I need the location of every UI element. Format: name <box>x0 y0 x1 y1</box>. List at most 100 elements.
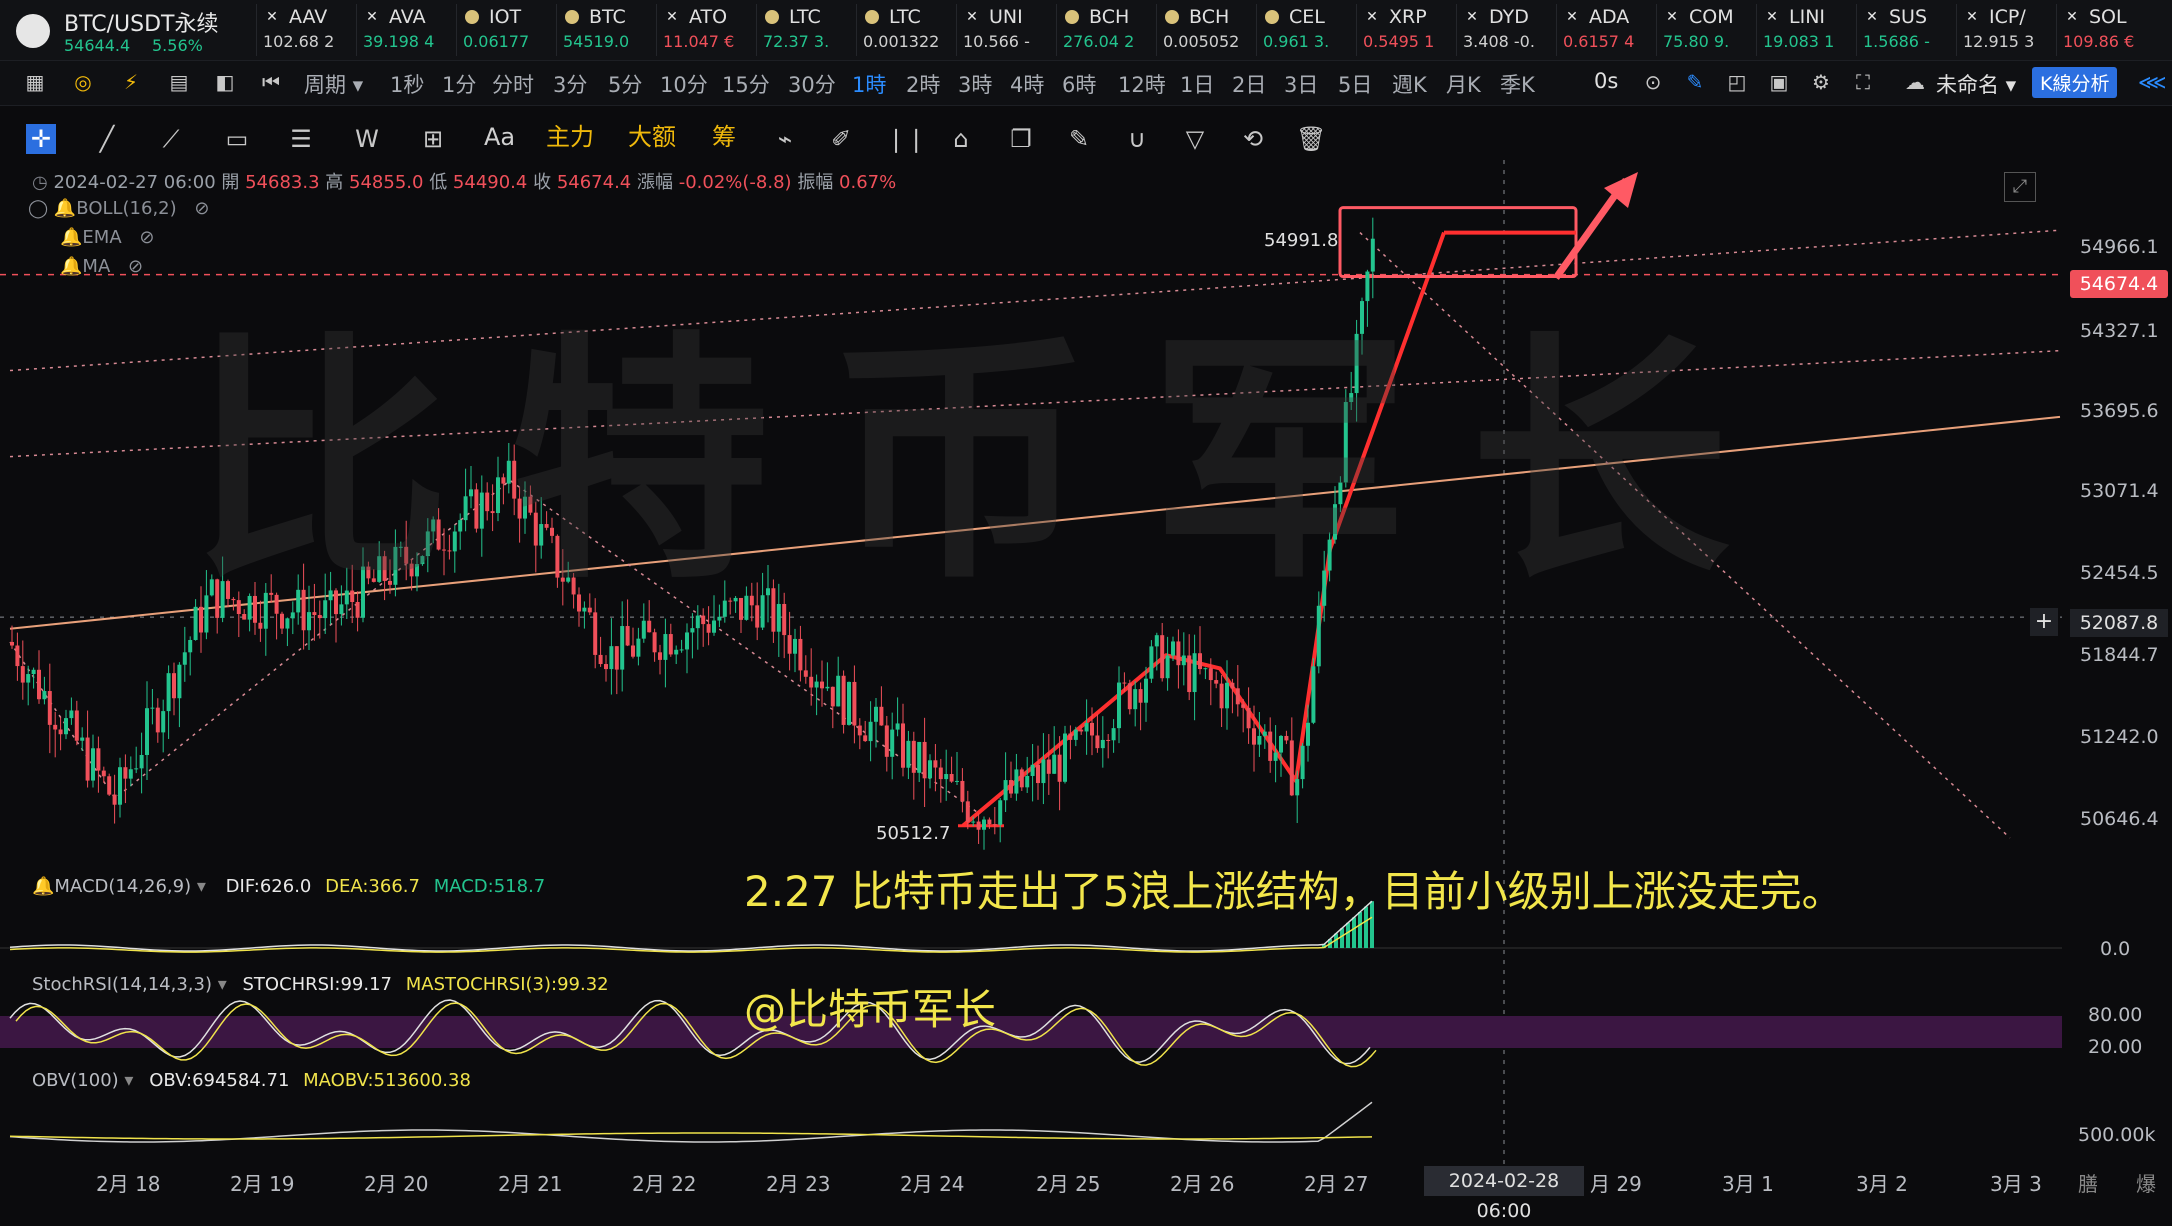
period-item[interactable]: 1日 <box>1180 69 1214 99</box>
period-item[interactable]: 分时 <box>492 69 534 99</box>
chart-type-icon[interactable]: ▦ <box>24 71 46 93</box>
date-tick-label: 2月 20 <box>364 1172 429 1196</box>
ticker-item[interactable]: ✕ ATO 11.047 € <box>656 4 753 56</box>
ticker-name: BTC <box>589 6 626 28</box>
ticker-item[interactable]: IOT 0.06177 <box>456 4 553 56</box>
period-item[interactable]: 3日 <box>1284 69 1318 99</box>
share-icon[interactable]: ⋘ <box>2138 71 2166 93</box>
coin-icon <box>765 10 779 24</box>
period-item[interactable]: 季K <box>1500 69 1535 99</box>
candle-body <box>668 634 673 655</box>
period-item[interactable]: 30分 <box>788 69 836 99</box>
eye-off-icon[interactable]: ⊘ <box>139 227 154 248</box>
period-item[interactable]: 15分 <box>722 69 770 99</box>
expand-icon[interactable]: ⤢ <box>2004 172 2036 202</box>
lightning-icon[interactable]: ⚡ <box>120 71 142 93</box>
footer-left[interactable]: 膳 <box>2078 1168 2098 1197</box>
eye-off-icon[interactable]: ⊘ <box>194 198 209 219</box>
period-item[interactable]: 週K <box>1392 69 1427 99</box>
main-force-button[interactable]: 主力 <box>546 122 594 152</box>
candle-icon[interactable]: ❘❘ <box>886 124 926 154</box>
parallel-icon[interactable]: ☰ <box>286 124 316 154</box>
period-item[interactable]: 1時 <box>852 69 886 99</box>
ma-indicator-label[interactable]: 🔔MA ⊘ <box>60 256 143 277</box>
ticker-item[interactable]: LTC 72.37 3. <box>756 4 853 56</box>
period-item[interactable]: 1秒 <box>390 69 424 99</box>
large-amount-button[interactable]: 大额 <box>628 122 676 152</box>
rectangle-icon[interactable]: ▭ <box>222 124 252 154</box>
ticker-item[interactable]: LTC 0.001322 <box>856 4 953 56</box>
ticker-item[interactable]: ✕ XRP 0.5495 1 <box>1356 4 1453 56</box>
add-alert-icon[interactable]: + <box>2030 608 2058 636</box>
ticker-item[interactable]: ✕ AAV 102.68 2 <box>256 4 353 56</box>
ticker-item[interactable]: ✕ SOL 109.86 € <box>2056 4 2153 56</box>
settings-icon[interactable]: ⚙ <box>1810 71 1832 93</box>
period-item[interactable]: 2時 <box>906 69 940 99</box>
window-icon[interactable]: ◰ <box>1726 71 1748 93</box>
ruler-icon[interactable]: ⌁ <box>770 124 800 154</box>
lock-icon[interactable]: ⌂ <box>946 124 976 154</box>
indicator-icon[interactable]: ◎ <box>72 71 94 93</box>
measure-icon[interactable]: ⊞ <box>418 124 448 154</box>
camera-icon[interactable]: ⊙ <box>1642 71 1664 93</box>
period-item[interactable]: 5日 <box>1338 69 1372 99</box>
layout-icon[interactable]: ◧ <box>214 71 236 93</box>
obv-label[interactable]: OBV(100) ▾ OBV:694584.71 MAOBV:513600.38 <box>32 1070 471 1091</box>
period-item[interactable]: 3時 <box>958 69 992 99</box>
period-item[interactable]: 6時 <box>1062 69 1096 99</box>
replay-icon[interactable]: ⏮ <box>260 71 282 93</box>
period-item[interactable]: 5分 <box>608 69 642 99</box>
pen-icon[interactable]: ✎ <box>1684 71 1706 93</box>
stochrsi-label[interactable]: StochRSI(14,14,3,3) ▾ STOCHRSI:99.17 MAS… <box>32 974 609 995</box>
ticker-item[interactable]: ✕ LINI 19.083 1 <box>1756 4 1853 56</box>
cloud-icon[interactable]: ☁ <box>1904 71 1926 93</box>
macd-label[interactable]: 🔔MACD(14,26,9) ▾ DIF:626.0 DEA:366.7 MAC… <box>32 876 545 897</box>
period-item[interactable]: 12時 <box>1118 69 1166 99</box>
ticker-item[interactable]: ✕ ADA 0.6157 4 <box>1556 4 1653 56</box>
period-menu[interactable]: 周期 ▾ <box>304 69 363 99</box>
trendline-icon[interactable]: ╱ <box>92 124 122 154</box>
candle-body <box>685 632 689 650</box>
calendar-icon[interactable]: ▤ <box>168 71 190 93</box>
trash-icon[interactable]: 🗑 <box>1296 124 1326 154</box>
period-item[interactable]: 4時 <box>1010 69 1044 99</box>
template-icon[interactable]: ▣ <box>1768 71 1790 93</box>
candle-body <box>1014 769 1019 794</box>
period-item[interactable]: 月K <box>1446 69 1481 99</box>
ticker-item[interactable]: ✕ DYD 3.408 -0. <box>1456 4 1553 56</box>
ticker-item[interactable]: ✕ AVA 39.198 4 <box>356 4 453 56</box>
eraser-icon[interactable]: ✐ <box>826 124 856 154</box>
period-item[interactable]: 2日 <box>1232 69 1266 99</box>
ticker-item[interactable]: ✕ ICP/12.915 3 <box>1956 4 2053 56</box>
fib-icon[interactable]: ⟋ <box>156 124 186 154</box>
eye-off-icon[interactable]: ⊘ <box>128 256 143 277</box>
layout-name[interactable]: 未命名 ▾ <box>1936 69 2016 99</box>
ticker-item[interactable]: ✕ UNI 10.566 - <box>956 4 1053 56</box>
ticker-item[interactable]: ✕ SUS 1.5686 - <box>1856 4 1953 56</box>
edit-icon[interactable]: ✎ <box>1064 124 1094 154</box>
candle-body <box>933 760 938 768</box>
footer-right[interactable]: 爆 <box>2136 1168 2156 1197</box>
wave-icon[interactable]: W <box>352 124 382 154</box>
period-item[interactable]: 10分 <box>660 69 708 99</box>
filter-icon[interactable]: ▽ <box>1180 124 1210 154</box>
crosshair-icon[interactable]: ✛ <box>26 124 56 154</box>
magnet-icon[interactable]: ∪ <box>1122 124 1152 154</box>
ticker-item[interactable]: ✕ COM 75.80 9. <box>1656 4 1753 56</box>
boll-indicator-label[interactable]: ◯ 🔔BOLL(16,2) ⊘ <box>28 198 210 219</box>
chips-button[interactable]: 筹 <box>712 122 736 152</box>
ticker-item[interactable]: BCH 0.005052 <box>1156 4 1253 56</box>
text-tool[interactable]: Aa <box>484 122 515 152</box>
copy-icon[interactable]: ❐ <box>1006 124 1036 154</box>
k-analysis-button[interactable]: K線分析 <box>2032 67 2118 98</box>
period-item[interactable]: 3分 <box>553 69 587 99</box>
sync-icon[interactable]: ⟲ <box>1238 124 1268 154</box>
ticker-item[interactable]: CEL 0.961 3. <box>1256 4 1353 56</box>
ema-indicator-label[interactable]: 🔔EMA ⊘ <box>60 227 154 248</box>
ticker-value: 19.083 1 <box>1763 32 1835 51</box>
ticker-item[interactable]: BCH 276.04 2 <box>1056 4 1153 56</box>
ticker-item[interactable]: BTC 54519.0 <box>556 4 653 56</box>
fullscreen-icon[interactable]: ⛶ <box>1852 71 1874 93</box>
period-item[interactable]: 1分 <box>442 69 476 99</box>
main-symbol[interactable]: BTC/USDT永续 54644.4 5.56% <box>10 4 252 56</box>
